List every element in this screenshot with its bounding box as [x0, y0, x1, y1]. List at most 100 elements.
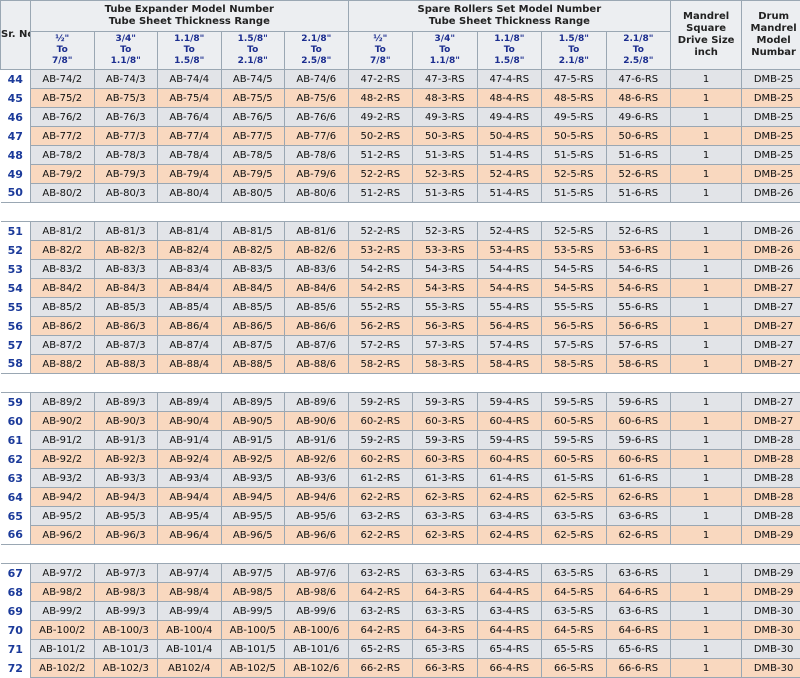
- thickness-range-header-1: ½"To7/8": [31, 32, 95, 70]
- table-cell: AB-102/6: [285, 659, 349, 678]
- table-cell: 55-4-RS: [477, 298, 542, 317]
- range-line-c: 2.5/8": [285, 56, 348, 67]
- sr-number-cell: 56: [1, 317, 31, 336]
- table-cell: AB-94/5: [221, 488, 285, 507]
- table-cell: 60-3-RS: [413, 412, 478, 431]
- table-cell: AB-75/2: [31, 89, 95, 108]
- group-separator: [1, 545, 800, 564]
- sr-number-cell: 69: [1, 602, 31, 621]
- table-cell: AB-78/6: [285, 146, 349, 165]
- range-line-c: 2.5/8": [607, 56, 671, 67]
- table-cell: 1: [671, 393, 742, 412]
- sr-number-cell: 61: [1, 431, 31, 450]
- range-line-b: To: [158, 45, 221, 56]
- table-cell: 54-5-RS: [542, 279, 607, 298]
- sr-number-cell: 46: [1, 108, 31, 127]
- table-cell: 1: [671, 355, 742, 374]
- table-cell: 51-2-RS: [348, 184, 413, 203]
- range-line-a: ½": [31, 34, 94, 45]
- table-cell: AB-98/5: [221, 583, 285, 602]
- range-line-b: To: [31, 45, 94, 56]
- table-cell: 65-6-RS: [606, 640, 671, 659]
- table-cell: AB-91/6: [285, 431, 349, 450]
- sr-number-cell: 64: [1, 488, 31, 507]
- table-cell: 60-6-RS: [606, 412, 671, 431]
- table-cell: 63-4-RS: [477, 564, 542, 583]
- table-cell: AB-86/3: [94, 317, 158, 336]
- table-row: 45AB-75/2AB-75/3AB-75/4AB-75/5AB-75/648-…: [1, 89, 800, 108]
- table-row: 67AB-97/2AB-97/3AB-97/4AB-97/5AB-97/663-…: [1, 564, 800, 583]
- table-cell: DMB-25: [742, 89, 800, 108]
- table-cell: AB-84/5: [221, 279, 285, 298]
- table-cell: 50-2-RS: [348, 127, 413, 146]
- table-cell: 55-5-RS: [542, 298, 607, 317]
- table-cell: AB-87/6: [285, 336, 349, 355]
- range-line-b: To: [285, 45, 348, 56]
- table-cell: AB-83/4: [158, 260, 222, 279]
- table-cell: AB-90/5: [221, 412, 285, 431]
- table-cell: AB-80/2: [31, 184, 95, 203]
- table-cell: 54-4-RS: [477, 279, 542, 298]
- table-cell: 66-4-RS: [477, 659, 542, 678]
- table-cell: 1: [671, 621, 742, 640]
- table-cell: AB-101/5: [221, 640, 285, 659]
- spare-rollers-header: Spare Rollers Set Model Number Tube Shee…: [348, 1, 671, 32]
- mandrel-drive-header: Mandrel Square Drive Size inch: [671, 1, 742, 70]
- table-row: 59AB-89/2AB-89/3AB-89/4AB-89/5AB-89/659-…: [1, 393, 800, 412]
- table-cell: AB-92/3: [94, 450, 158, 469]
- table-cell: AB-89/4: [158, 393, 222, 412]
- table-row: 72AB-102/2AB-102/3AB102/4AB-102/5AB-102/…: [1, 659, 800, 678]
- table-cell: AB-90/2: [31, 412, 95, 431]
- sr-number-cell: 54: [1, 279, 31, 298]
- table-cell: AB-74/4: [158, 70, 222, 89]
- table-cell: AB-77/2: [31, 127, 95, 146]
- table-cell: 52-2-RS: [348, 165, 413, 184]
- table-cell: 62-3-RS: [413, 488, 478, 507]
- table-cell: AB-86/4: [158, 317, 222, 336]
- table-cell: 66-6-RS: [606, 659, 671, 678]
- table-cell: 49-5-RS: [542, 108, 607, 127]
- table-cell: AB-77/4: [158, 127, 222, 146]
- table-cell: AB-92/5: [221, 450, 285, 469]
- table-cell: 63-6-RS: [606, 602, 671, 621]
- sr-number-cell: 53: [1, 260, 31, 279]
- table-row: 60AB-90/2AB-90/3AB-90/4AB-90/5AB-90/660-…: [1, 412, 800, 431]
- table-cell: 59-5-RS: [542, 393, 607, 412]
- table-cell: 65-5-RS: [542, 640, 607, 659]
- table-cell: 1: [671, 336, 742, 355]
- table-cell: 57-6-RS: [606, 336, 671, 355]
- table-cell: 63-5-RS: [542, 602, 607, 621]
- table-cell: AB-78/2: [31, 146, 95, 165]
- table-row: 66AB-96/2AB-96/3AB-96/4AB-96/5AB-96/662-…: [1, 526, 800, 545]
- sr-number-cell: 68: [1, 583, 31, 602]
- table-cell: 50-4-RS: [477, 127, 542, 146]
- range-line-a: 1.5/8": [542, 34, 606, 45]
- table-row: 57AB-87/2AB-87/3AB-87/4AB-87/5AB-87/657-…: [1, 336, 800, 355]
- table-row: 48AB-78/2AB-78/3AB-78/4AB-78/5AB-78/651-…: [1, 146, 800, 165]
- table-cell: 48-2-RS: [348, 89, 413, 108]
- table-cell: 65-4-RS: [477, 640, 542, 659]
- table-cell: AB-100/4: [158, 621, 222, 640]
- table-cell: 60-2-RS: [348, 412, 413, 431]
- table-cell: AB-85/2: [31, 298, 95, 317]
- sr-number-cell: 63: [1, 469, 31, 488]
- table-cell: AB-81/6: [285, 222, 349, 241]
- table-cell: AB-78/3: [94, 146, 158, 165]
- table-cell: AB-81/5: [221, 222, 285, 241]
- table-cell: 1: [671, 317, 742, 336]
- table-cell: 63-6-RS: [606, 564, 671, 583]
- table-cell: AB-89/6: [285, 393, 349, 412]
- table-cell: 50-5-RS: [542, 127, 607, 146]
- table-cell: AB-79/5: [221, 165, 285, 184]
- table-cell: 48-5-RS: [542, 89, 607, 108]
- table-cell: DMB-28: [742, 450, 800, 469]
- table-cell: AB-84/4: [158, 279, 222, 298]
- table-cell: 54-6-RS: [606, 279, 671, 298]
- table-cell: AB-86/6: [285, 317, 349, 336]
- range-line-c: 7/8": [31, 56, 94, 67]
- table-cell: AB-93/2: [31, 469, 95, 488]
- table-cell: AB-96/6: [285, 526, 349, 545]
- table-cell: 62-2-RS: [348, 526, 413, 545]
- table-row: 62AB-92/2AB-92/3AB-92/4AB-92/5AB-92/660-…: [1, 450, 800, 469]
- table-cell: DMB-25: [742, 108, 800, 127]
